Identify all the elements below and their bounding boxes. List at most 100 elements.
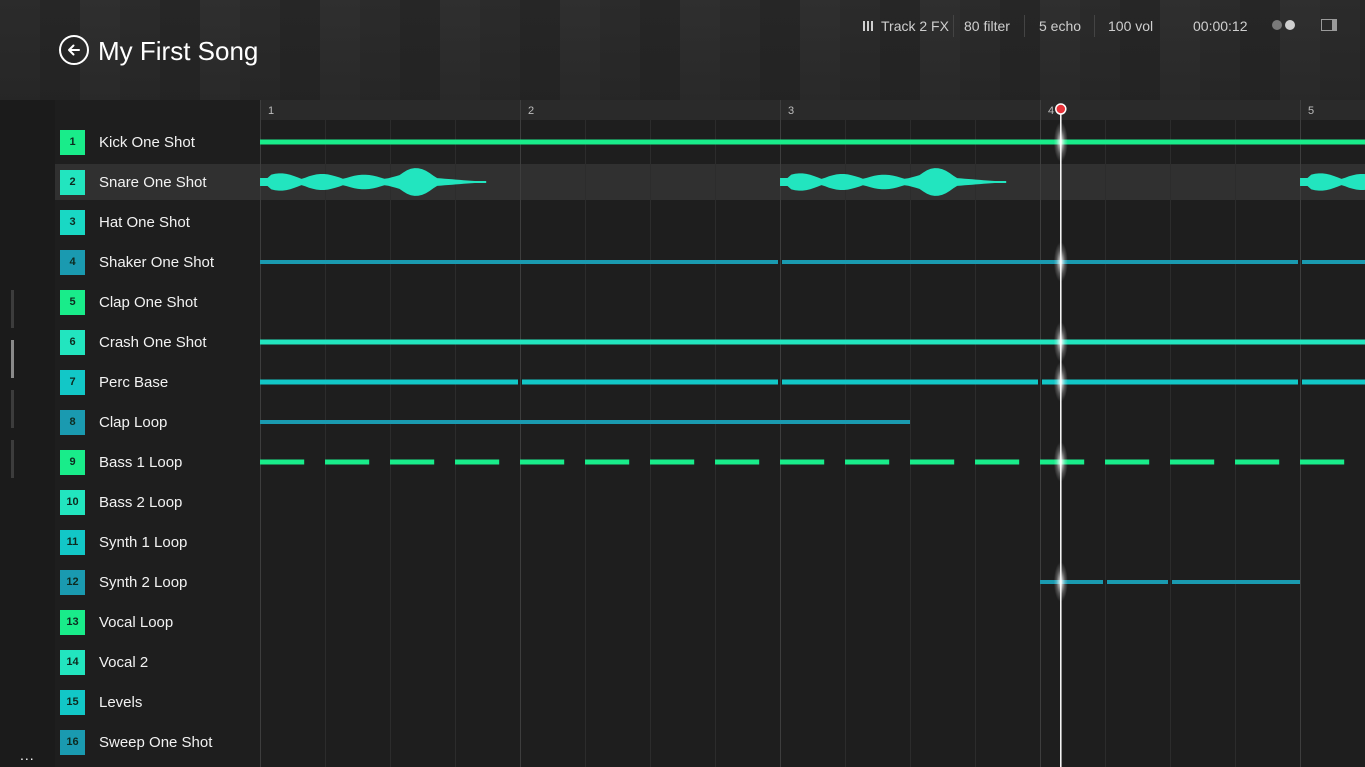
track-number-badge: 1 — [60, 129, 85, 155]
clip-segment[interactable] — [260, 260, 778, 264]
playhead-glow — [1053, 122, 1068, 162]
back-button[interactable] — [59, 35, 89, 65]
track-name: Synth 1 Loop — [99, 533, 188, 551]
toolbar-divider — [953, 15, 954, 37]
clip-dash[interactable] — [1235, 459, 1280, 465]
playhead-glow — [1053, 322, 1068, 362]
clip-segment[interactable] — [260, 139, 1365, 145]
rail-marker[interactable] — [11, 290, 14, 328]
playhead-glow — [1053, 562, 1068, 602]
track-number-badge: 3 — [60, 209, 85, 235]
left-rail — [0, 100, 55, 767]
track-number-badge: 12 — [60, 569, 85, 595]
playhead-glow — [1053, 362, 1068, 402]
clip-segment[interactable] — [1040, 580, 1103, 584]
track-name: Crash One Shot — [99, 333, 207, 351]
toolbar-divider — [1094, 15, 1095, 37]
track-row-6[interactable]: 6 Crash One Shot — [55, 324, 260, 360]
clip-dash[interactable] — [585, 459, 630, 465]
timeline-grid[interactable] — [260, 100, 1365, 767]
track-row-3[interactable]: 3 Hat One Shot — [55, 204, 260, 240]
track-row-15[interactable]: 15 Levels — [55, 684, 260, 720]
clip-dash[interactable] — [715, 459, 760, 465]
track-row-12[interactable]: 12 Synth 2 Loop — [55, 564, 260, 600]
song-title: My First Song — [98, 36, 259, 66]
clip-dash[interactable] — [455, 459, 500, 465]
track-name: Sweep One Shot — [99, 733, 213, 751]
rail-marker[interactable] — [11, 440, 14, 478]
clip-segment[interactable] — [782, 260, 1298, 264]
track-name: Shaker One Shot — [99, 253, 215, 271]
clip-dash[interactable] — [910, 459, 955, 465]
clip-segment[interactable] — [1172, 580, 1300, 584]
track-name: Vocal Loop — [99, 613, 174, 631]
record-toggle[interactable] — [1272, 20, 1295, 30]
track-row-1[interactable]: 1 Kick One Shot — [55, 124, 260, 160]
track-name: Vocal 2 — [99, 653, 149, 671]
rail-marker-active[interactable] — [11, 340, 14, 378]
clip-segment[interactable] — [1042, 379, 1298, 385]
clip-segment[interactable] — [260, 420, 910, 424]
clip-dash[interactable] — [1170, 459, 1215, 465]
playhead-handle[interactable] — [1055, 103, 1067, 115]
track-row-7[interactable]: 7 Perc Base — [55, 364, 260, 400]
track-row-14[interactable]: 14 Vocal 2 — [55, 644, 260, 680]
track-number-badge: 13 — [60, 609, 85, 635]
clip-dash[interactable] — [975, 459, 1020, 465]
clip-segment[interactable] — [782, 379, 1038, 385]
track-name: Clap One Shot — [99, 293, 198, 311]
clip-dash[interactable] — [845, 459, 890, 465]
track-name: Synth 2 Loop — [99, 573, 188, 591]
clip-dash[interactable] — [650, 459, 695, 465]
track-row-2[interactable]: 2 Snare One Shot — [55, 164, 260, 200]
clip-segment[interactable] — [1302, 260, 1365, 264]
track-number-badge: 9 — [60, 449, 85, 475]
clip-dash[interactable] — [1105, 459, 1150, 465]
filter-control[interactable]: 80 filter — [964, 17, 1010, 35]
rail-marker[interactable] — [11, 390, 14, 428]
clip-dash[interactable] — [520, 459, 565, 465]
track-row-13[interactable]: 13 Vocal Loop — [55, 604, 260, 640]
panel-icon[interactable] — [1321, 19, 1337, 31]
clip-segment[interactable] — [260, 379, 518, 385]
track-row-11[interactable]: 11 Synth 1 Loop — [55, 524, 260, 560]
track-number-badge: 8 — [60, 409, 85, 435]
track-number-badge: 6 — [60, 329, 85, 355]
track-row-16[interactable]: 16 Sweep One Shot — [55, 724, 260, 760]
track-row-9[interactable]: 9 Bass 1 Loop — [55, 444, 260, 480]
track-name: Snare One Shot — [99, 173, 207, 191]
track-row-5[interactable]: 5 Clap One Shot — [55, 284, 260, 320]
time-display: 00:00:12 — [1193, 18, 1248, 34]
track-number-badge: 10 — [60, 489, 85, 515]
toolbar-divider — [1024, 15, 1025, 37]
playhead-glow — [1053, 442, 1068, 482]
track-name: Kick One Shot — [99, 133, 195, 151]
clip-dash[interactable] — [780, 459, 825, 465]
volume-control[interactable]: 100 vol — [1108, 17, 1153, 35]
playhead-glow — [1053, 242, 1068, 282]
clip-dash[interactable] — [1300, 459, 1345, 465]
track-name: Perc Base — [99, 373, 169, 391]
clip-segment[interactable] — [260, 339, 1365, 345]
clip-segment[interactable] — [1302, 379, 1365, 385]
clip-segment[interactable] — [522, 379, 778, 385]
track-fx-icon[interactable] — [862, 20, 874, 32]
track-number-badge: 4 — [60, 249, 85, 275]
track-row-8[interactable]: 8 Clap Loop — [55, 404, 260, 440]
track-number-badge: 5 — [60, 289, 85, 315]
track-number-badge: 11 — [60, 529, 85, 555]
clip-dash[interactable] — [390, 459, 435, 465]
clip-dash[interactable] — [325, 459, 370, 465]
track-row-4[interactable]: 4 Shaker One Shot — [55, 244, 260, 280]
track-fx-button[interactable]: Track 2 FX — [881, 17, 949, 35]
track-name: Bass 1 Loop — [99, 453, 183, 471]
track-name: Clap Loop — [99, 413, 168, 431]
more-button[interactable]: ... — [20, 748, 35, 762]
track-name: Bass 2 Loop — [99, 493, 183, 511]
track-number-badge: 16 — [60, 729, 85, 755]
track-number-badge: 7 — [60, 369, 85, 395]
clip-dash[interactable] — [260, 459, 305, 465]
clip-segment[interactable] — [1107, 580, 1168, 584]
track-row-10[interactable]: 10 Bass 2 Loop — [55, 484, 260, 520]
echo-control[interactable]: 5 echo — [1039, 17, 1081, 35]
